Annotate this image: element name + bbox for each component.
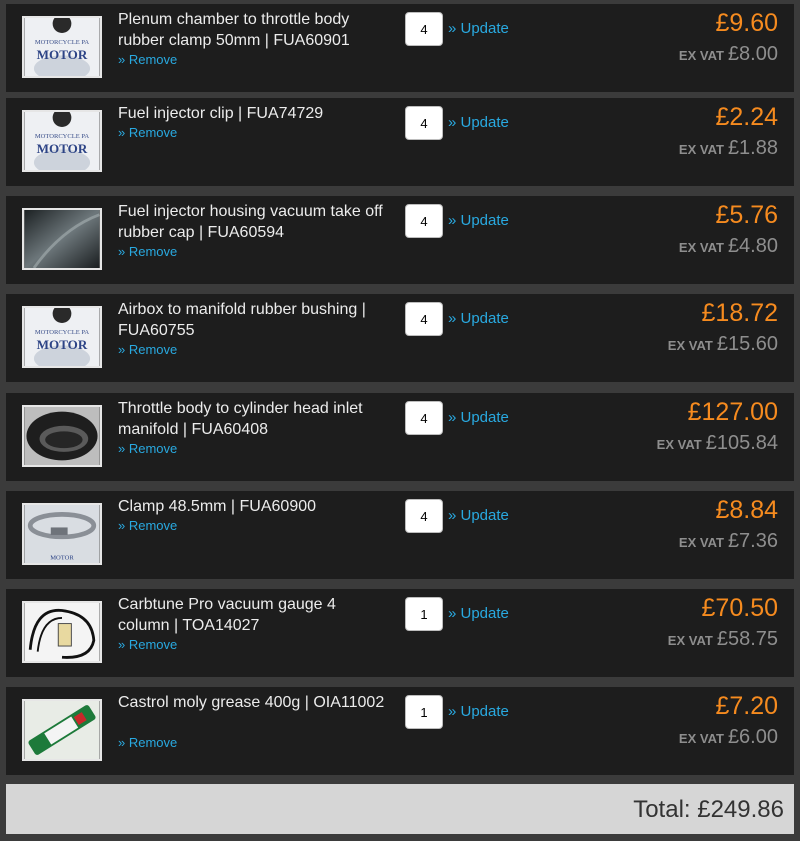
quantity-input[interactable] [405, 204, 443, 238]
product-title[interactable]: Fuel injector housing vacuum take off ru… [118, 201, 388, 243]
cart-item: Throttle body to cylinder head inlet man… [6, 393, 794, 481]
quantity-input[interactable] [405, 695, 443, 729]
total-bar: Total: £249.86 [6, 784, 794, 834]
cart-item: Fuel injector housing vacuum take off ru… [6, 196, 794, 284]
remove-link[interactable]: » Remove [118, 637, 177, 653]
ex-vat-amount: £8.00 [727, 43, 778, 65]
update-link[interactable]: » Update [448, 409, 509, 427]
update-link[interactable]: » Update [448, 703, 509, 721]
product-thumbnail[interactable] [22, 699, 102, 761]
ex-vat-label: EX VAT [667, 338, 713, 353]
svg-text:MOTORCYCLE PA: MOTORCYCLE PA [35, 329, 90, 336]
cart-item: Castrol moly grease 400g | OIA11002 » Re… [6, 687, 794, 775]
price-ex-vat: EX VAT £4.80 [679, 234, 778, 260]
svg-text:MOTOR: MOTOR [50, 554, 74, 561]
ex-vat-label: EX VAT [656, 437, 702, 452]
svg-text:MOTORCYCLE PA: MOTORCYCLE PA [35, 39, 90, 46]
product-title[interactable]: Carbtune Pro vacuum gauge 4 column | TOA… [118, 594, 388, 636]
quantity-input[interactable] [405, 401, 443, 435]
update-link[interactable]: » Update [448, 20, 509, 38]
cart-item: MOTORCYCLE PA MOTOR Fuel injector clip |… [6, 98, 794, 186]
product-thumbnail[interactable]: MOTORCYCLE PA MOTOR [22, 16, 102, 78]
quantity-input[interactable] [405, 106, 443, 140]
product-title[interactable]: Throttle body to cylinder head inlet man… [118, 398, 388, 440]
remove-link[interactable]: » Remove [118, 125, 177, 141]
cart-item: MOTOR Clamp 48.5mm | FUA60900 » Remove »… [6, 491, 794, 579]
svg-text:MOTOR: MOTOR [37, 337, 88, 352]
ex-vat-label: EX VAT [678, 731, 724, 746]
ex-vat-amount: £4.80 [727, 235, 778, 257]
update-link[interactable]: » Update [448, 605, 509, 623]
ex-vat-label: EX VAT [678, 48, 724, 63]
remove-link[interactable]: » Remove [118, 735, 177, 751]
price-inc-vat: £2.24 [715, 103, 778, 131]
price-ex-vat: EX VAT £105.84 [657, 431, 778, 457]
product-thumbnail[interactable] [22, 601, 102, 663]
ex-vat-amount: £6.00 [727, 726, 778, 748]
cart-item: Carbtune Pro vacuum gauge 4 column | TOA… [6, 589, 794, 677]
price-inc-vat: £7.20 [715, 692, 778, 720]
product-title[interactable]: Fuel injector clip | FUA74729 [118, 103, 388, 124]
cart-item: MOTORCYCLE PA MOTOR Plenum chamber to th… [6, 4, 794, 92]
price-inc-vat: £70.50 [701, 594, 778, 622]
product-thumbnail[interactable]: MOTORCYCLE PA MOTOR [22, 110, 102, 172]
remove-link[interactable]: » Remove [118, 441, 177, 457]
price-ex-vat: EX VAT £1.88 [679, 136, 778, 162]
price-inc-vat: £8.84 [715, 496, 778, 524]
ex-vat-label: EX VAT [678, 142, 724, 157]
update-link[interactable]: » Update [448, 212, 509, 230]
quantity-input[interactable] [405, 597, 443, 631]
svg-text:MOTOR: MOTOR [37, 141, 88, 156]
price-ex-vat: EX VAT £7.36 [679, 529, 778, 555]
product-thumbnail[interactable] [22, 405, 102, 467]
remove-link[interactable]: » Remove [118, 342, 177, 358]
cart-total: Total: £249.86 [633, 796, 784, 823]
price-ex-vat: EX VAT £58.75 [668, 627, 778, 653]
price-inc-vat: £5.76 [715, 201, 778, 229]
ex-vat-label: EX VAT [667, 633, 713, 648]
ex-vat-amount: £7.36 [727, 530, 778, 552]
ex-vat-amount: £15.60 [716, 333, 778, 355]
quantity-input[interactable] [405, 12, 443, 46]
price-ex-vat: EX VAT £8.00 [679, 42, 778, 68]
quantity-input[interactable] [405, 302, 443, 336]
ex-vat-amount: £58.75 [716, 628, 778, 650]
ex-vat-label: EX VAT [678, 535, 724, 550]
update-link[interactable]: » Update [448, 114, 509, 132]
cart: MOTORCYCLE PA MOTOR Plenum chamber to th… [0, 0, 800, 841]
product-thumbnail[interactable]: MOTOR [22, 503, 102, 565]
ex-vat-amount: £1.88 [727, 137, 778, 159]
price-inc-vat: £18.72 [701, 299, 778, 327]
price-inc-vat: £9.60 [715, 9, 778, 37]
svg-text:MOTORCYCLE PA: MOTORCYCLE PA [35, 133, 90, 140]
ex-vat-label: EX VAT [678, 240, 724, 255]
quantity-input[interactable] [405, 499, 443, 533]
price-inc-vat: £127.00 [687, 398, 778, 426]
product-title[interactable]: Airbox to manifold rubber bushing | FUA6… [118, 299, 388, 341]
svg-text:MOTOR: MOTOR [37, 47, 88, 62]
product-thumbnail[interactable] [22, 208, 102, 270]
remove-link[interactable]: » Remove [118, 518, 177, 534]
product-thumbnail[interactable]: MOTORCYCLE PA MOTOR [22, 306, 102, 368]
product-title[interactable]: Castrol moly grease 400g | OIA11002 [118, 692, 388, 713]
remove-link[interactable]: » Remove [118, 244, 177, 260]
product-title[interactable]: Clamp 48.5mm | FUA60900 [118, 496, 388, 517]
remove-link[interactable]: » Remove [118, 52, 177, 68]
update-link[interactable]: » Update [448, 507, 509, 525]
ex-vat-amount: £105.84 [705, 432, 778, 454]
cart-item: MOTORCYCLE PA MOTOR Airbox to manifold r… [6, 294, 794, 382]
price-ex-vat: EX VAT £6.00 [679, 725, 778, 751]
update-link[interactable]: » Update [448, 310, 509, 328]
price-ex-vat: EX VAT £15.60 [668, 332, 778, 358]
product-title[interactable]: Plenum chamber to throttle body rubber c… [118, 9, 388, 51]
